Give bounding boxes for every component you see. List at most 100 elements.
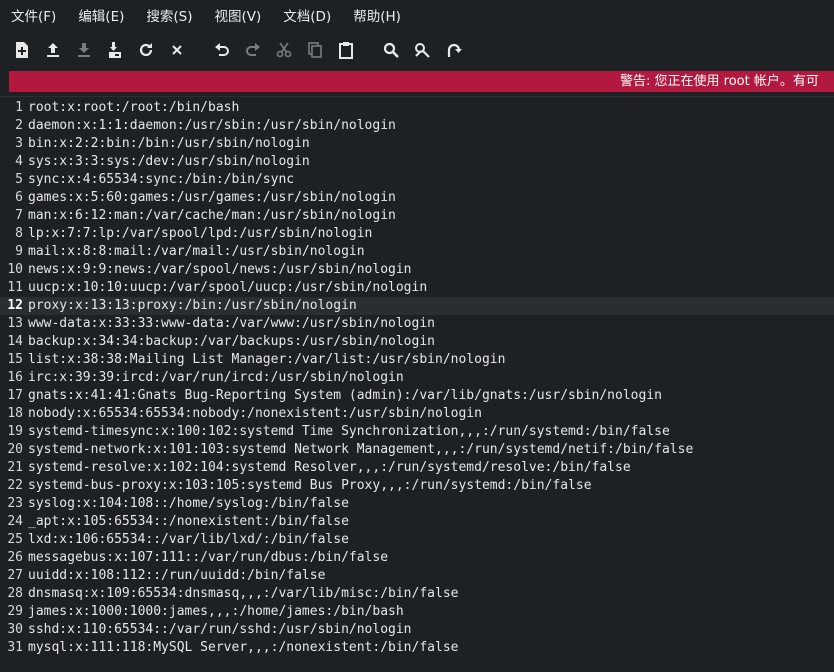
find-icon[interactable] <box>381 40 401 60</box>
editor-line[interactable]: 13 www-data:x:33:33:www-data:/var/www:/us… <box>0 315 834 333</box>
editor-line[interactable]: 27 uuidd:x:108:112::/run/uuidd:/bin/false <box>0 567 834 585</box>
line-number: 10 <box>7 262 23 277</box>
editor-line[interactable]: 25 lxd:x:106:65534::/var/lib/lxd/:/bin/fa… <box>0 531 834 549</box>
save-as-icon[interactable] <box>105 40 125 60</box>
line-text[interactable]: systemd-bus-proxy:x:103:105:systemd Bus … <box>28 477 592 495</box>
editor-line[interactable]: 23 syslog:x:104:108::/home/syslog:/bin/fa… <box>0 495 834 513</box>
menu-help[interactable]: 帮助(H) <box>342 0 412 34</box>
editor-line[interactable]: 15 list:x:38:38:Mailing List Manager:/var… <box>0 351 834 369</box>
line-text[interactable]: daemon:x:1:1:daemon:/usr/sbin:/usr/sbin/… <box>28 117 396 135</box>
line-number: 21 <box>7 460 23 475</box>
line-text[interactable]: _apt:x:105:65534::/nonexistent:/bin/fals… <box>28 513 349 531</box>
line-text[interactable]: bin:x:2:2:bin:/bin:/usr/sbin/nologin <box>28 135 310 153</box>
editor-line[interactable]: 29 james:x:1000:1000:james,,,:/home/james… <box>0 603 834 621</box>
menu-view[interactable]: 视图(V) <box>204 0 273 34</box>
tools-icon[interactable] <box>412 40 432 60</box>
line-text[interactable]: uuidd:x:108:112::/run/uuidd:/bin/false <box>28 567 325 585</box>
reload-icon[interactable] <box>136 40 156 60</box>
editor-line[interactable]: 3 bin:x:2:2:bin:/bin:/usr/sbin/nologin <box>0 135 834 153</box>
line-text[interactable]: uucp:x:10:10:uucp:/var/spool/uucp:/usr/s… <box>28 279 427 297</box>
line-text[interactable]: systemd-timesync:x:100:102:systemd Time … <box>28 423 670 441</box>
editor-line[interactable]: 31 mysql:x:111:118:MySQL Server,,,:/nonex… <box>0 639 834 657</box>
menu-search[interactable]: 搜索(S) <box>135 0 203 34</box>
line-number: 3 <box>15 136 23 151</box>
editor-line[interactable]: 12 proxy:x:13:13:proxy:/bin:/usr/sbin/nol… <box>0 297 834 315</box>
root-warning-text: 警告: 您正在使用 root 帐户。有可 <box>620 74 819 89</box>
editor-line[interactable]: 16 irc:x:39:39:ircd:/var/run/ircd:/usr/sb… <box>0 369 834 387</box>
new-document-icon[interactable] <box>12 40 32 60</box>
line-text[interactable]: james:x:1000:1000:james,,,:/home/james:/… <box>28 603 404 621</box>
line-text[interactable]: lp:x:7:7:lp:/var/spool/lpd:/usr/sbin/nol… <box>28 225 372 243</box>
editor-line[interactable]: 30 sshd:x:110:65534::/var/run/sshd:/usr/s… <box>0 621 834 639</box>
line-text[interactable]: lxd:x:106:65534::/var/lib/lxd/:/bin/fals… <box>28 531 349 549</box>
line-text[interactable]: irc:x:39:39:ircd:/var/run/ircd:/usr/sbin… <box>28 369 404 387</box>
editor-line[interactable]: 28 dnsmasq:x:109:65534:dnsmasq,,,:/var/li… <box>0 585 834 603</box>
undo-icon[interactable] <box>212 40 232 60</box>
editor-line[interactable]: 26 messagebus:x:107:111::/var/run/dbus:/b… <box>0 549 834 567</box>
line-text[interactable]: proxy:x:13:13:proxy:/bin:/usr/sbin/nolog… <box>28 297 357 315</box>
line-text[interactable]: backup:x:34:34:backup:/var/backups:/usr/… <box>28 333 435 351</box>
text-editor[interactable]: 1 root:x:root:/root:/bin/bash 2 daemon:x:1:… <box>0 96 834 672</box>
line-number: 29 <box>7 604 23 619</box>
line-text[interactable]: sshd:x:110:65534::/var/run/sshd:/usr/sbi… <box>28 621 412 639</box>
editor-line[interactable]: 8 lp:x:7:7:lp:/var/spool/lpd:/usr/sbin/no… <box>0 225 834 243</box>
line-text[interactable]: games:x:5:60:games:/usr/games:/usr/sbin/… <box>28 189 396 207</box>
line-text[interactable]: messagebus:x:107:111::/var/run/dbus:/bin… <box>28 549 388 567</box>
open-icon[interactable] <box>43 40 63 60</box>
line-text[interactable]: list:x:38:38:Mailing List Manager:/var/l… <box>28 351 505 369</box>
line-number: 17 <box>7 388 23 403</box>
line-text[interactable]: systemd-network:x:101:103:systemd Networ… <box>28 441 693 459</box>
editor-line[interactable]: 17 gnats:x:41:41:Gnats Bug-Reporting Syst… <box>0 387 834 405</box>
line-text[interactable]: mysql:x:111:118:MySQL Server,,,:/nonexis… <box>28 639 458 657</box>
editor-line[interactable]: 10 news:x:9:9:news:/var/spool/news:/usr/s… <box>0 261 834 279</box>
line-text[interactable]: man:x:6:12:man:/var/cache/man:/usr/sbin/… <box>28 207 396 225</box>
line-number: 8 <box>15 226 23 241</box>
editor-line[interactable]: 2 daemon:x:1:1:daemon:/usr/sbin:/usr/sbin… <box>0 117 834 135</box>
editor-line[interactable]: 20 systemd-network:x:101:103:systemd Netw… <box>0 441 834 459</box>
line-number: 6 <box>15 190 23 205</box>
line-text[interactable]: nobody:x:65534:65534:nobody:/nonexistent… <box>28 405 482 423</box>
paste-icon[interactable] <box>336 40 356 60</box>
line-number: 5 <box>15 172 23 187</box>
toolbar <box>0 34 834 94</box>
line-number: 20 <box>7 442 23 457</box>
editor-line[interactable]: 22 systemd-bus-proxy:x:103:105:systemd Bu… <box>0 477 834 495</box>
line-number: 11 <box>7 280 23 295</box>
menu-edit[interactable]: 编辑(E) <box>67 0 135 34</box>
line-text[interactable]: systemd-resolve:x:102:104:systemd Resolv… <box>28 459 631 477</box>
menu-document[interactable]: 文档(D) <box>272 0 342 34</box>
editor-line[interactable]: 1 root:x:root:/root:/bin/bash <box>0 99 834 117</box>
line-text[interactable]: sys:x:3:3:sys:/dev:/usr/sbin/nologin <box>28 153 310 171</box>
line-number: 27 <box>7 568 23 583</box>
menu-file[interactable]: 文件(F) <box>0 0 67 34</box>
copy-icon[interactable] <box>305 40 325 60</box>
line-text[interactable]: sync:x:4:65534:sync:/bin:/bin/sync <box>28 171 294 189</box>
jump-icon[interactable] <box>443 40 463 60</box>
editor-line[interactable]: 18 nobody:x:65534:65534:nobody:/nonexiste… <box>0 405 834 423</box>
line-number: 16 <box>7 370 23 385</box>
editor-line[interactable]: 9 mail:x:8:8:mail:/var/mail:/usr/sbin/nol… <box>0 243 834 261</box>
editor-line[interactable]: 19 systemd-timesync:x:100:102:systemd Tim… <box>0 423 834 441</box>
line-number: 26 <box>7 550 23 565</box>
close-icon[interactable] <box>167 40 187 60</box>
cut-icon[interactable] <box>274 40 294 60</box>
editor-line[interactable]: 4 sys:x:3:3:sys:/dev:/usr/sbin/nologin <box>0 153 834 171</box>
editor-line[interactable]: 11 uucp:x:10:10:uucp:/var/spool/uucp:/usr… <box>0 279 834 297</box>
line-text[interactable]: root:x:root:/root:/bin/bash <box>28 99 239 117</box>
line-text[interactable]: www-data:x:33:33:www-data:/var/www:/usr/… <box>28 315 435 333</box>
editor-line[interactable]: 7 man:x:6:12:man:/var/cache/man:/usr/sbin… <box>0 207 834 225</box>
editor-line[interactable]: 14 backup:x:34:34:backup:/var/backups:/us… <box>0 333 834 351</box>
editor-line[interactable]: 21 systemd-resolve:x:102:104:systemd Reso… <box>0 459 834 477</box>
line-text[interactable]: syslog:x:104:108::/home/syslog:/bin/fals… <box>28 495 349 513</box>
line-text[interactable]: dnsmasq:x:109:65534:dnsmasq,,,:/var/lib/… <box>28 585 458 603</box>
editor-line[interactable]: 5 sync:x:4:65534:sync:/bin:/bin/sync <box>0 171 834 189</box>
editor-line[interactable]: 24 _apt:x:105:65534::/nonexistent:/bin/fa… <box>0 513 834 531</box>
line-text[interactable]: gnats:x:41:41:Gnats Bug-Reporting System… <box>28 387 662 405</box>
editor-line[interactable]: 6 games:x:5:60:games:/usr/games:/usr/sbin… <box>0 189 834 207</box>
line-text[interactable]: mail:x:8:8:mail:/var/mail:/usr/sbin/nolo… <box>28 243 365 261</box>
line-number: 25 <box>7 532 23 547</box>
save-icon[interactable] <box>74 40 94 60</box>
line-text[interactable]: news:x:9:9:news:/var/spool/news:/usr/sbi… <box>28 261 412 279</box>
redo-icon[interactable] <box>243 40 263 60</box>
line-number: 23 <box>7 496 23 511</box>
